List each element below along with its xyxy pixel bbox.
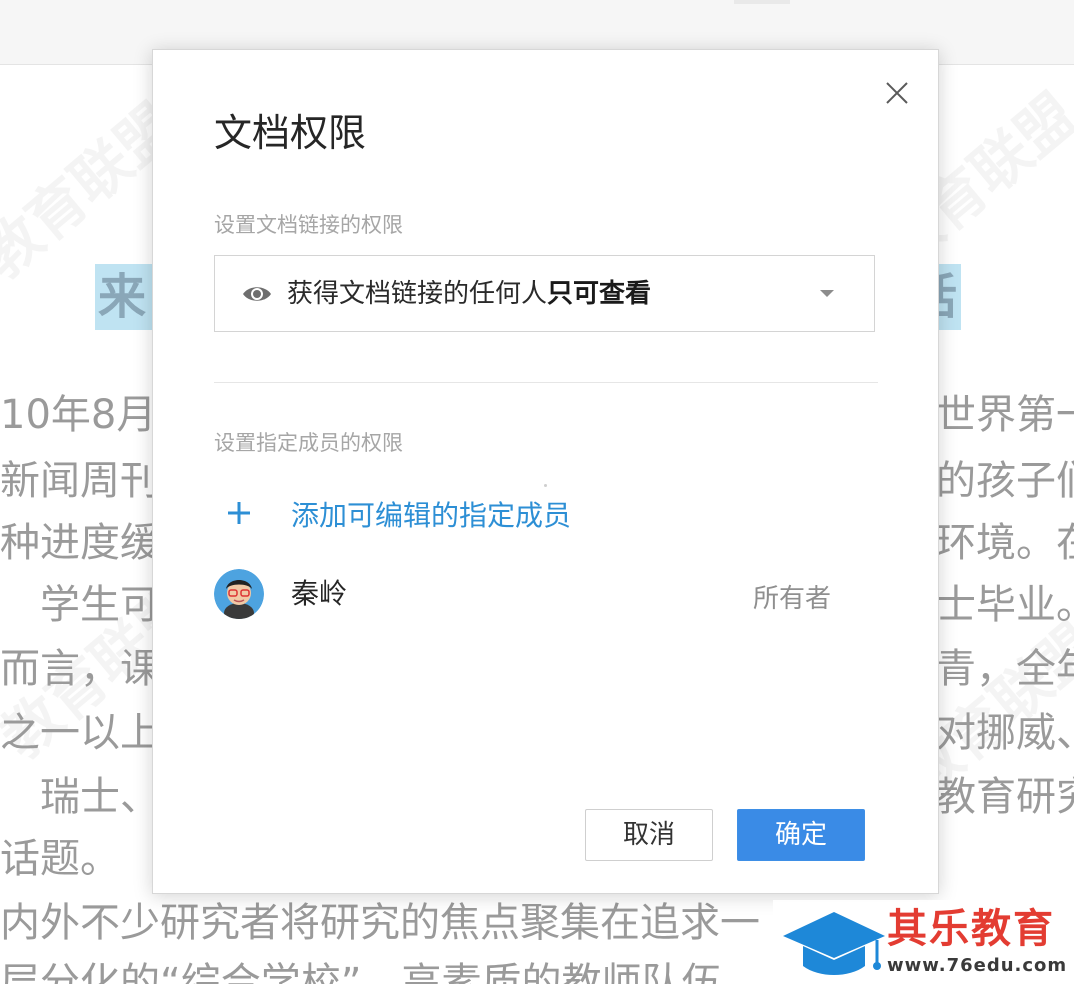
eye-icon <box>241 283 273 305</box>
chevron-down-icon <box>820 290 834 297</box>
line-left-text: 学生可 <box>0 582 160 628</box>
line-left-text: 话题。 <box>0 836 120 882</box>
line-left-text: 瑞士、 <box>0 774 160 820</box>
close-icon[interactable] <box>882 78 912 108</box>
divider <box>214 382 878 383</box>
line-left-text: 新闻周刊 <box>0 458 160 504</box>
member-permission-label: 设置指定成员的权限 <box>214 431 403 455</box>
graduation-cap-icon <box>779 906 889 980</box>
brand-name: 其乐教育 <box>887 906 1055 952</box>
member-role: 所有者 <box>753 584 832 614</box>
line-left-text: 种进度缓 <box>0 520 160 566</box>
line-right-text: 教育研究 <box>936 774 1074 820</box>
line-left-text: 内外不少研究者将研究的焦点聚集在追求一 <box>0 900 760 946</box>
line-right-text: 士毕业。 <box>936 582 1074 628</box>
avatar <box>214 569 264 619</box>
member-row: 秦岭 所有者 <box>214 569 878 621</box>
line-right-text: 世界第一 <box>936 392 1074 438</box>
link-permission-value: 获得文档链接的任何人只可查看 <box>287 276 651 312</box>
brand-url: www.76edu.com <box>887 955 1068 976</box>
line-right-text: 的孩子们 <box>936 458 1074 504</box>
document-title-start: 来 <box>98 269 147 325</box>
link-permission-emphasis: 只可查看 <box>547 279 652 309</box>
line-right-text: 青，全年 <box>936 646 1074 692</box>
document-permission-dialog: 文档权限 设置文档链接的权限 获得文档链接的任何人只可查看 设置指定成员的权限 … <box>152 49 939 894</box>
cancel-button[interactable]: 取消 <box>585 809 713 861</box>
line-left-text: 层分化的“综合学校”、高素质的教师队伍 <box>0 960 722 984</box>
confirm-button[interactable]: 确定 <box>737 809 865 861</box>
line-right-text: 环境。在 <box>936 520 1074 566</box>
decorative-dot <box>544 484 547 487</box>
brand-logo: 其乐教育 www.76edu.com <box>773 900 1074 984</box>
line-left-text: 而言，课 <box>0 646 160 692</box>
line-right-text: 对挪威、 <box>936 710 1074 756</box>
topbar-tab[interactable] <box>734 0 790 4</box>
link-permission-label: 设置文档链接的权限 <box>214 213 403 237</box>
link-permission-prefix: 获得文档链接的任何人 <box>287 279 548 309</box>
add-member-label: 添加可编辑的指定成员 <box>291 499 572 532</box>
link-permission-select[interactable]: 获得文档链接的任何人只可查看 <box>214 255 875 332</box>
line-left-text: 之一以上 <box>0 710 160 756</box>
plus-icon <box>226 500 252 526</box>
dialog-title: 文档权限 <box>214 111 367 155</box>
member-name: 秦岭 <box>291 577 348 610</box>
line-left-text: 10年8月 <box>0 392 157 438</box>
